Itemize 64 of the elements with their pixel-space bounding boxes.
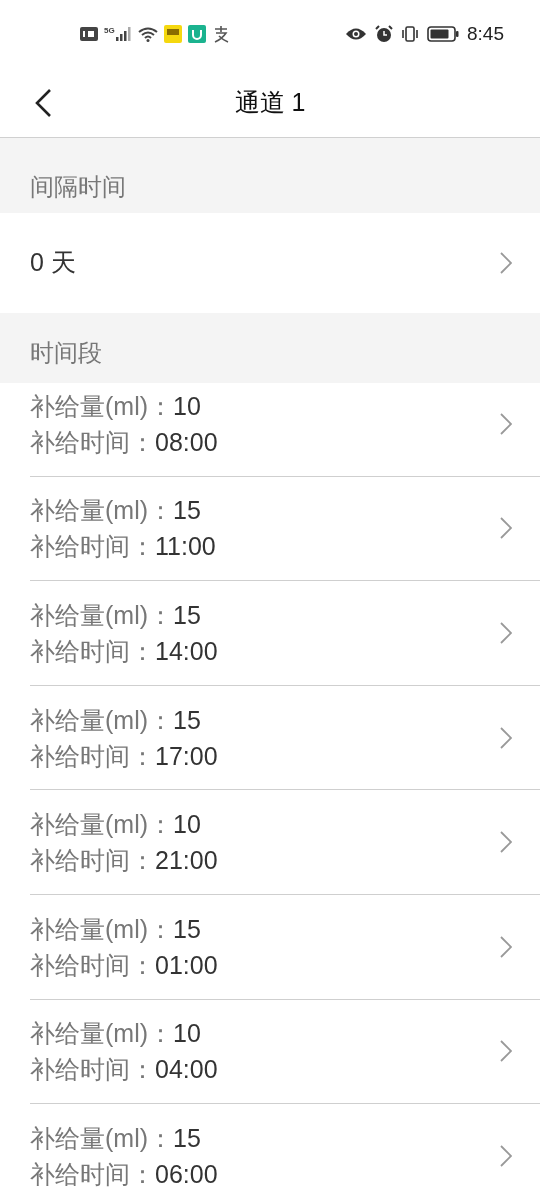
interval-value: 0 天: [30, 247, 76, 279]
field-value: 15: [173, 1123, 201, 1155]
field-value: 15: [173, 913, 201, 945]
chevron-icon: [500, 517, 512, 540]
page-title: 通道 1: [234, 86, 306, 118]
field-value: 06:00: [155, 1159, 218, 1191]
field-label: 补给时间：: [30, 426, 155, 458]
chevron-icon: [500, 726, 512, 749]
clock-time: 8:45: [467, 21, 504, 46]
field-label: 补给量(ml)：: [30, 390, 174, 422]
field-value: 15: [173, 704, 201, 736]
field-value: 01:00: [155, 949, 218, 981]
field-label: 补给量(ml)：: [30, 1123, 174, 1155]
alarm-icon: [375, 25, 393, 43]
app-icon: [163, 25, 182, 43]
period-row[interactable]: 补给量(ml)：15 补给时间：06:00: [30, 1104, 540, 1200]
chevron-icon: [500, 935, 512, 958]
field-label: 补给时间：: [30, 845, 155, 877]
period-row[interactable]: 补给量(ml)：10 补给时间：08:00: [30, 383, 540, 477]
signal-icon: [115, 27, 132, 41]
network-type: 5G: [104, 27, 115, 35]
chevron-icon: [500, 252, 512, 274]
period-row[interactable]: 补给量(ml)：15 补给时间：17:00: [30, 685, 540, 791]
chevron-icon: [500, 831, 512, 854]
field-label: 补给时间：: [30, 636, 155, 667]
wifi-icon: [137, 26, 158, 42]
field-value: 10: [173, 1018, 201, 1050]
field-label: 补给量(ml)：: [30, 704, 174, 736]
period-row[interactable]: 补给量(ml)：10 补给时间：04:00: [30, 999, 540, 1105]
field-label: 补给量(ml)：: [30, 809, 174, 841]
app-icon: [187, 25, 206, 43]
field-label: 补给时间：: [30, 531, 155, 563]
eye-icon: [345, 27, 367, 41]
period-row[interactable]: 补给量(ml)：10 补给时间：21:00: [30, 790, 540, 895]
section-heading: 间隔时间: [30, 172, 126, 202]
chevron-icon: [500, 412, 512, 435]
vibrate-icon: [401, 25, 419, 43]
field-label: 补给时间：: [30, 740, 155, 772]
field-value: 10: [173, 809, 201, 841]
period-row[interactable]: 补给量(ml)：15 补给时间：01:00: [30, 894, 540, 1000]
field-label: 补给时间：: [30, 1159, 155, 1191]
field-value: 15: [173, 495, 201, 527]
period-row[interactable]: 补给量(ml)：15 补给时间：11:00: [30, 476, 540, 582]
field-label: 补给量(ml)：: [30, 600, 174, 631]
field-value: 14:00: [155, 636, 218, 667]
field-value: 11:00: [155, 531, 216, 563]
battery-icon: [427, 26, 459, 42]
section-heading: 时间段: [30, 338, 102, 368]
field-label: 补给时间：: [30, 1054, 155, 1086]
field-value: 15: [173, 600, 201, 631]
period-row[interactable]: 补给量(ml)：15 补给时间：14:00: [30, 581, 540, 686]
field-value: 04:00: [155, 1054, 218, 1086]
field-label: 补给量(ml)：: [30, 913, 174, 945]
field-label: 补给时间：: [30, 949, 155, 981]
field-label: 补给量(ml)：: [30, 495, 174, 527]
field-value: 08:00: [155, 426, 218, 458]
field-value: 21:00: [155, 845, 218, 877]
hd-icon: [80, 27, 98, 41]
field-value: 10: [173, 390, 201, 422]
chevron-icon: [500, 1040, 512, 1063]
field-label: 补给量(ml)：: [30, 1018, 174, 1050]
chevron-icon: [500, 1145, 512, 1168]
chevron-icon: [500, 622, 512, 644]
field-value: 17:00: [155, 740, 218, 772]
